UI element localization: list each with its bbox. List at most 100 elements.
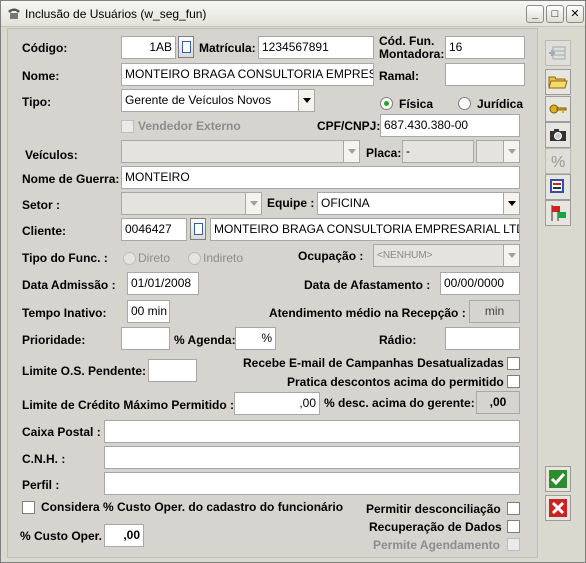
- pratica-descontos-checkbox[interactable]: [507, 375, 520, 388]
- vendedor-externo-checkbox[interactable]: [121, 120, 134, 133]
- equipe-value: OFICINA: [321, 196, 370, 210]
- chevron-down-icon[interactable]: [343, 141, 359, 162]
- permitir-desconciliacao-checkbox[interactable]: [507, 502, 520, 515]
- limite-os-label: Limite O.S. Pendente:: [22, 364, 147, 378]
- nome-input[interactable]: MONTEIRO BRAGA CONSULTORIA EMPRESARIAL L…: [121, 63, 374, 86]
- tempo-inativo-input[interactable]: 00 min: [127, 300, 170, 323]
- matricula-input[interactable]: 1234567891: [258, 36, 374, 59]
- phone-icon: [8, 8, 20, 19]
- ocupacao-select[interactable]: <NENHUM>: [373, 244, 520, 267]
- ocupacao-value: <NENHUM>: [377, 250, 433, 261]
- pct-agenda-input[interactable]: %: [235, 327, 276, 350]
- atendimento-medio-label: Atendimento médio na Recepção :: [269, 306, 466, 320]
- prioridade-label: Prioridade:: [22, 333, 86, 347]
- ramal-input[interactable]: [445, 63, 525, 86]
- chevron-down-icon[interactable]: [503, 245, 519, 266]
- cancel-button[interactable]: [545, 495, 571, 521]
- equipe-label: Equipe :: [267, 196, 315, 210]
- chevron-down-icon[interactable]: [503, 141, 519, 162]
- cliente-code-input[interactable]: 0046427: [121, 218, 187, 241]
- report-icon: [550, 179, 564, 193]
- cod-fun-montadora-input[interactable]: 16: [445, 36, 525, 59]
- add-row-button[interactable]: [545, 40, 571, 66]
- desc-gerente-value: ,00: [476, 391, 520, 414]
- confirm-button[interactable]: [545, 466, 571, 492]
- custo-oper-label: % Custo Oper.: [20, 529, 103, 543]
- recuperacao-dados-checkbox[interactable]: [507, 520, 520, 533]
- veiculos-select[interactable]: [121, 140, 360, 163]
- placa-label: Placa:: [366, 146, 402, 160]
- percent-button[interactable]: %: [545, 148, 571, 174]
- cliente-name-input[interactable]: MONTEIRO BRAGA CONSULTORIA EMPRESARIAL L…: [210, 218, 520, 241]
- report-button[interactable]: [545, 174, 571, 200]
- chevron-down-icon[interactable]: [503, 193, 519, 214]
- flags-button[interactable]: [545, 200, 571, 226]
- confirm-icon: [549, 470, 567, 488]
- desc-gerente-label: % desc. acima do gerente:: [324, 396, 475, 410]
- considera-custo-checkbox[interactable]: [22, 501, 35, 514]
- direto-radio[interactable]: [123, 252, 136, 265]
- recuperacao-dados-label: Recuperação de Dados: [369, 520, 502, 534]
- vendedor-externo-label: Vendedor Externo: [138, 119, 241, 133]
- direto-label: Direto: [138, 251, 171, 265]
- caixa-postal-input[interactable]: [104, 420, 520, 443]
- placa-select[interactable]: [476, 140, 520, 163]
- perfil-label: Perfil :: [22, 478, 60, 492]
- chevron-down-icon[interactable]: [245, 193, 261, 214]
- side-toolbar: %: [542, 28, 579, 558]
- main-window: Inclusão de Usuários (w_seg_fun) _ □ ✕ C…: [0, 0, 586, 563]
- limite-credito-input[interactable]: ,00: [234, 392, 320, 415]
- custo-oper-input[interactable]: ,00: [104, 524, 144, 547]
- codigo-input[interactable]: 1AB: [121, 36, 176, 59]
- recebe-email-checkbox[interactable]: [507, 357, 520, 370]
- add-row-icon: [549, 46, 566, 60]
- juridica-radio[interactable]: [458, 97, 471, 110]
- perfil-input[interactable]: [104, 472, 520, 495]
- data-afastamento-input[interactable]: 00/00/0000: [440, 272, 520, 295]
- cnh-label: C.N.H. :: [22, 452, 66, 466]
- window-title: Inclusão de Usuários (w_seg_fun): [25, 7, 207, 21]
- prioridade-input[interactable]: [121, 327, 170, 350]
- flags-icon: [551, 205, 566, 221]
- open-button[interactable]: [545, 69, 571, 95]
- tipo-select[interactable]: Gerente de Veículos Novos: [121, 89, 315, 112]
- placa-input[interactable]: -: [402, 140, 474, 163]
- considera-custo-label: Considera % Custo Oper. do cadastro do f…: [41, 500, 344, 514]
- codigo-label: Código:: [22, 41, 68, 55]
- form-panel: Código: 1AB Matrícula: 1234567891 Cód. F…: [7, 28, 538, 558]
- setor-select[interactable]: [121, 192, 262, 215]
- tipo-func-label: Tipo do Func. :: [22, 251, 108, 265]
- caixa-postal-label: Caixa Postal :: [22, 425, 101, 439]
- chevron-down-icon[interactable]: [298, 90, 314, 111]
- cliente-lookup-icon[interactable]: [190, 218, 206, 240]
- fisica-radio[interactable]: [380, 97, 393, 110]
- cnh-input[interactable]: [104, 446, 520, 469]
- keys-icon: [549, 104, 567, 114]
- maximize-button[interactable]: □: [546, 5, 564, 23]
- pct-agenda-label: % Agenda:: [174, 333, 236, 347]
- equipe-select[interactable]: OFICINA: [317, 192, 520, 215]
- data-admissao-input[interactable]: 01/01/2008: [127, 272, 199, 295]
- fisica-label: Física: [399, 97, 434, 111]
- cpf-cnpj-input[interactable]: 687.430.380-00: [380, 114, 520, 137]
- setor-label: Setor :: [22, 198, 61, 212]
- indireto-radio[interactable]: [188, 252, 201, 265]
- data-admissao-label: Data Admissão :: [22, 278, 116, 292]
- veiculos-label: Veículos:: [25, 148, 78, 162]
- nome-guerra-input[interactable]: MONTEIRO: [121, 166, 520, 189]
- camera-button[interactable]: [545, 122, 571, 148]
- codigo-lookup-icon[interactable]: [178, 36, 194, 58]
- atendimento-medio-value: min: [469, 300, 520, 323]
- pratica-descontos-label: Pratica descontos acima do permitido: [287, 375, 504, 389]
- permitir-desconciliacao-label: Permitir desconciliação: [366, 502, 501, 516]
- matricula-label: Matrícula:: [199, 41, 256, 55]
- camera-icon: [550, 129, 566, 141]
- open-folder-icon: [548, 76, 568, 89]
- minimize-button[interactable]: _: [526, 5, 544, 23]
- limite-os-input[interactable]: [148, 359, 197, 382]
- keys-button[interactable]: [545, 96, 571, 122]
- radio-field-input[interactable]: [445, 327, 520, 350]
- permite-agendamento-checkbox[interactable]: [507, 538, 520, 551]
- radio-field-label: Rádio:: [379, 333, 417, 347]
- close-button[interactable]: ✕: [566, 5, 584, 23]
